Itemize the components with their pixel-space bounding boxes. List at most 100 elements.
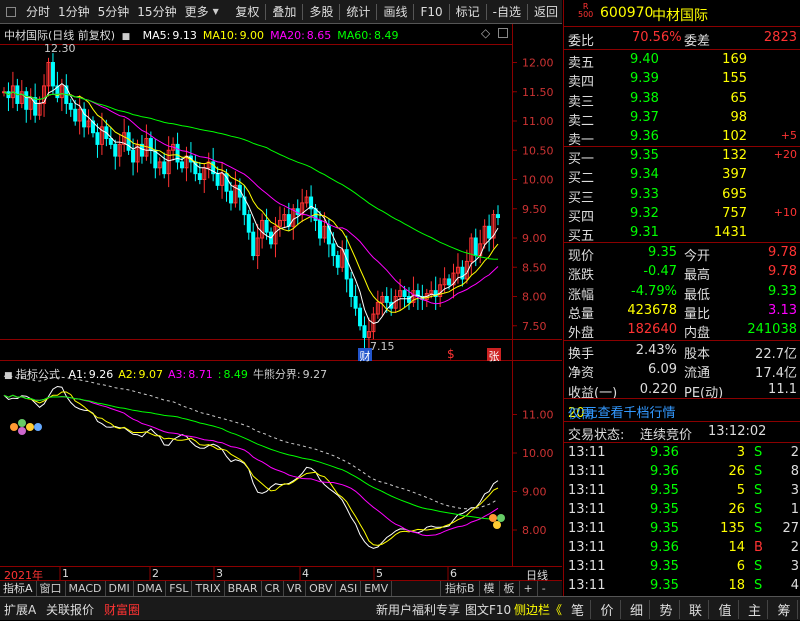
quote-value: 11.1: [768, 381, 797, 397]
ext-button[interactable]: 扩展A: [4, 601, 36, 618]
indicator-value: 9.26: [88, 368, 114, 381]
indicator-tab[interactable]: DMA: [134, 581, 167, 596]
month-label: 5: [376, 567, 383, 580]
tab-5min[interactable]: 5分钟: [94, 3, 134, 20]
indicator-tab[interactable]: 指标A: [0, 581, 37, 596]
stock-code: 600970: [600, 5, 654, 21]
indicator-tab-right[interactable]: 板: [498, 581, 519, 596]
ask-row: 卖一 9.36 102 +5: [564, 128, 800, 148]
tab-timeshare[interactable]: 分时: [22, 3, 54, 20]
weicha-value: 2823: [763, 30, 797, 45]
indicator-tab-right[interactable]: -: [536, 581, 550, 596]
expand-icon[interactable]: [498, 28, 509, 38]
news-link[interactable]: 新用户福利专享: [376, 601, 460, 618]
bid-row: 买二 9.34 397: [564, 166, 800, 186]
tick-side: S: [754, 521, 763, 536]
ind-tick-label: 11.00: [522, 409, 554, 422]
indicator-name[interactable]: 指标公式: [16, 368, 60, 381]
panel-tab[interactable]: 值: [713, 600, 739, 619]
candle-body: [358, 307, 363, 327]
stats-button[interactable]: 统计: [342, 3, 374, 20]
level-price: 9.37: [630, 109, 659, 125]
month-label: 2: [152, 567, 159, 580]
promo-row[interactable]: 仅需 20元查看千档行情: [564, 401, 800, 422]
panel-tab[interactable]: 笔: [565, 600, 591, 619]
indicator-tab[interactable]: ASI: [336, 581, 362, 596]
ask-row: 卖二 9.37 98: [564, 109, 800, 129]
bid-row: 买四 9.32 757 +10: [564, 205, 800, 225]
back-button[interactable]: 返回: [530, 3, 562, 20]
stock-header: R 500 600970 中材国际: [564, 2, 800, 25]
kline-title: 中材国际(日线 前复权): [4, 29, 116, 42]
level-price: 9.39: [630, 71, 659, 87]
dividend-marker[interactable]: $: [447, 347, 455, 361]
multi-stock-button[interactable]: 多股: [305, 3, 337, 20]
ctrl-icon[interactable]: [6, 6, 16, 17]
f10-button[interactable]: F10: [416, 5, 446, 19]
settings-icon[interactable]: ■: [122, 32, 131, 42]
indicator-label: A2:: [118, 368, 137, 381]
overlay-button[interactable]: 叠加: [268, 3, 300, 20]
candle-body: [264, 219, 269, 233]
quote-row: 现价 9.35 今开 9.78: [564, 244, 800, 264]
indicator-tab[interactable]: VR: [284, 581, 307, 596]
sidebar-toggle[interactable]: 侧边栏《: [514, 601, 562, 618]
indicator-tab[interactable]: EMV: [361, 581, 393, 596]
level-change: +10: [773, 205, 797, 219]
settings-icon[interactable]: ■: [4, 371, 13, 381]
wealth-circle-button[interactable]: 财富圈: [104, 601, 140, 618]
panel-tab[interactable]: 势: [654, 600, 680, 619]
candle-body: [251, 231, 256, 257]
quote-row: 涨幅 -4.79% 最低 9.33: [564, 283, 800, 303]
level-price: 9.31: [630, 225, 659, 241]
tab-1min[interactable]: 1分钟: [54, 3, 94, 20]
indicator-label: :: [217, 368, 222, 381]
indicator-tab[interactable]: 窗口: [37, 581, 66, 596]
panel-tab[interactable]: 筹: [772, 600, 798, 619]
fuquan-button[interactable]: 复权: [231, 3, 263, 20]
draw-line-button[interactable]: 画线: [379, 3, 411, 20]
indicator-tab[interactable]: FSL: [166, 581, 193, 596]
panel-tab[interactable]: 细: [624, 600, 650, 619]
promo-text[interactable]: 仅需 20元查看千档行情: [568, 402, 676, 422]
tick-side: S: [754, 464, 763, 479]
indicator-tab[interactable]: TRIX: [192, 581, 225, 596]
tab-15min[interactable]: 15分钟: [133, 3, 180, 20]
quote-label: 今开: [684, 249, 711, 264]
indicator-tab[interactable]: MACD: [66, 581, 106, 596]
ma-label: MA60:: [337, 29, 372, 42]
tick-side: S: [754, 502, 763, 517]
chevron-down-icon[interactable]: ▼: [213, 7, 219, 16]
indicator-tab[interactable]: DMI: [106, 581, 134, 596]
bid-row: 买五 9.31 1431: [564, 224, 800, 244]
indicator-tab[interactable]: OBV: [306, 581, 337, 596]
finance-marker[interactable]: 财: [358, 348, 372, 363]
trade-state-value: 连续竞价: [640, 428, 693, 443]
quote-value: 241038: [747, 322, 797, 338]
indicator-tab[interactable]: CR: [262, 581, 284, 596]
indicator-tab-right[interactable]: +: [518, 581, 537, 596]
stock-name: 中材国际: [652, 8, 708, 24]
candle-body: [335, 255, 340, 268]
tick-row: 13:11 9.35 6 S 3: [564, 558, 800, 577]
diamond-icon[interactable]: ◇: [481, 26, 490, 40]
related-quote-button[interactable]: 关联报价: [46, 601, 94, 618]
indicator-tab-right[interactable]: 指标B: [440, 581, 479, 596]
quote-value: -4.79%: [631, 283, 677, 299]
kline-chart[interactable]: 12.00 11.50 11.00 10.50 10.00 9.50 9.00 8.50 8.0…: [0, 24, 562, 596]
candle-body: [228, 190, 233, 204]
indicator-tab[interactable]: BRAR: [225, 581, 262, 596]
panel-tab[interactable]: 联: [683, 600, 709, 619]
mark-button[interactable]: 标记: [452, 3, 484, 20]
watchlist-button[interactable]: -自选: [489, 3, 525, 20]
candle-body: [473, 237, 478, 257]
tab-more[interactable]: 更多: [181, 3, 213, 20]
indicator-tab-right[interactable]: 模: [478, 581, 499, 596]
f10-tab[interactable]: 图文F10: [465, 601, 511, 618]
panel-tab[interactable]: 价: [595, 600, 621, 619]
limit-up-marker[interactable]: 张: [487, 348, 501, 363]
panel-tab[interactable]: 主: [742, 600, 768, 619]
indicator-line: [3, 394, 499, 520]
quote-value: 9.78: [768, 245, 797, 260]
tick-count: 8: [790, 464, 799, 479]
